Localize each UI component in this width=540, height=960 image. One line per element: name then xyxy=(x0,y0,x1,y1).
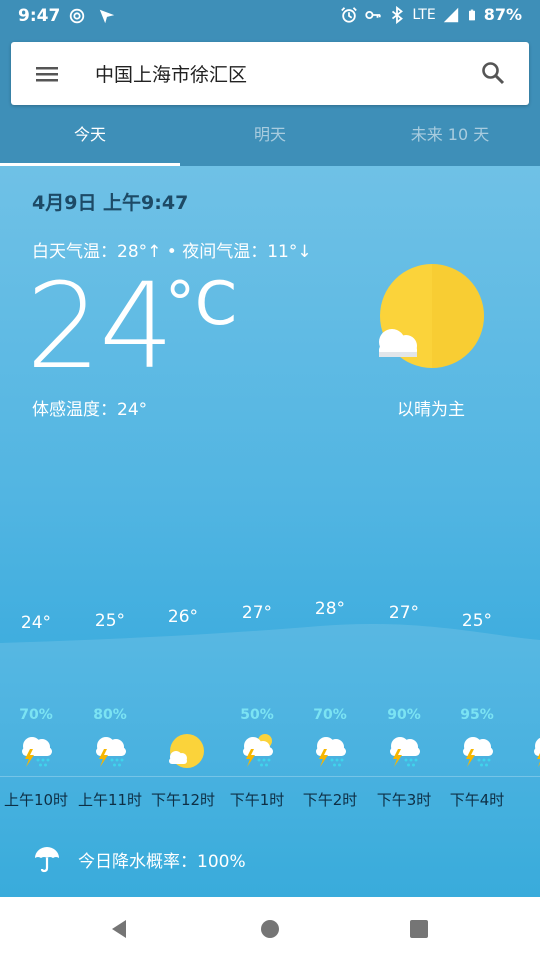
hourly-temp: 27° xyxy=(388,603,420,623)
hourly-precip-chance: 50% xyxy=(240,707,274,723)
status-bar: 9:47 LTE 87% xyxy=(0,0,540,33)
hourly-temp: 25° xyxy=(461,611,493,631)
thunder-rain-sun-icon xyxy=(239,731,279,771)
hourly-precip-chance: 9 xyxy=(513,707,540,723)
network-type: LTE xyxy=(412,6,436,23)
navigation-icon xyxy=(99,9,115,24)
hourly-precip-chance: 90% xyxy=(387,707,421,723)
hourly-forecast: 24° 70% 上午10时 25° 80% 上午11时 26° 下午12时 27° 50% 下午1时… xyxy=(0,166,540,897)
hourly-temp: 24° xyxy=(20,613,52,633)
search-bar[interactable]: 中国上海市徐汇区 xyxy=(11,42,529,105)
hourly-precip-chance: 70% xyxy=(19,707,53,723)
thunder-rain-cloud-icon xyxy=(386,731,426,771)
umbrella-icon xyxy=(35,847,59,873)
back-icon[interactable] xyxy=(106,915,134,943)
hourly-precip-chance: 95% xyxy=(460,707,494,723)
precipitation-summary: 今日降水概率：100% xyxy=(32,844,246,874)
hourly-time-label: 下午4时 xyxy=(449,791,505,809)
tab-today-label: 今天 xyxy=(73,125,106,144)
recents-icon[interactable] xyxy=(405,915,433,943)
tab-today[interactable]: 今天 xyxy=(0,113,180,166)
hourly-time-label: 下午3时 xyxy=(376,791,432,809)
bluetooth-icon xyxy=(392,5,404,24)
navigation-bar xyxy=(0,897,540,960)
thunder-rain-cloud-icon xyxy=(312,731,352,771)
weather-panel: 4月9日 上午9:47 白天气温：28°↑ • 夜间气温：11°↓ 24 °C … xyxy=(0,166,540,897)
tab-10-day-label: 未来 10 天 xyxy=(410,125,490,144)
hourly-temp: 27° xyxy=(241,603,273,623)
mostly-sunny-icon xyxy=(165,731,205,771)
thunder-rain-cloud-icon xyxy=(18,731,58,771)
thunder-rain-cloud-icon xyxy=(459,731,499,771)
hourly-time-label: 上午10时 xyxy=(3,791,69,809)
battery-level: 87% xyxy=(483,5,522,24)
vpn-key-icon xyxy=(365,10,382,19)
battery-icon xyxy=(468,9,475,20)
hourly-temp: 26° xyxy=(167,607,199,627)
thunder-rain-cloud-icon xyxy=(530,731,540,771)
hourly-precip-chance: 80% xyxy=(93,707,127,723)
hourly-time-label: 下 xyxy=(511,789,540,810)
location-text[interactable]: 中国上海市徐汇区 xyxy=(95,60,247,87)
sync-icon xyxy=(69,8,85,24)
day-tabs: 今天 明天 未来 10 天 xyxy=(0,113,540,166)
alarm-icon xyxy=(341,6,358,23)
precipitation-label: 今日降水概率：100% xyxy=(78,851,246,872)
status-time: 9:47 xyxy=(18,6,61,26)
search-icon[interactable] xyxy=(479,59,507,87)
tab-tomorrow-label: 明天 xyxy=(253,125,286,144)
home-icon[interactable] xyxy=(256,915,284,943)
status-right-group: LTE 87% xyxy=(340,5,522,24)
hourly-precip-chance: 70% xyxy=(313,707,347,723)
hourly-time-label: 上午11时 xyxy=(77,791,143,809)
tab-10-day[interactable]: 未来 10 天 xyxy=(360,113,540,166)
app-header: 中国上海市徐汇区 今天 明天 未来 10 天 xyxy=(0,33,540,166)
hourly-temp: 2 xyxy=(513,615,540,635)
hourly-time-label: 下午1时 xyxy=(229,791,285,809)
tab-tomorrow[interactable]: 明天 xyxy=(180,113,360,166)
hourly-temp: 28° xyxy=(314,599,346,619)
hourly-temp: 25° xyxy=(94,611,126,631)
hourly-divider xyxy=(0,776,540,777)
hourly-time-label: 下午12时 xyxy=(150,791,216,809)
temperature-curve xyxy=(0,623,540,897)
menu-icon[interactable] xyxy=(33,60,61,88)
thunder-rain-cloud-icon xyxy=(92,731,132,771)
hourly-time-label: 下午2时 xyxy=(302,791,358,809)
signal-icon xyxy=(443,7,458,22)
